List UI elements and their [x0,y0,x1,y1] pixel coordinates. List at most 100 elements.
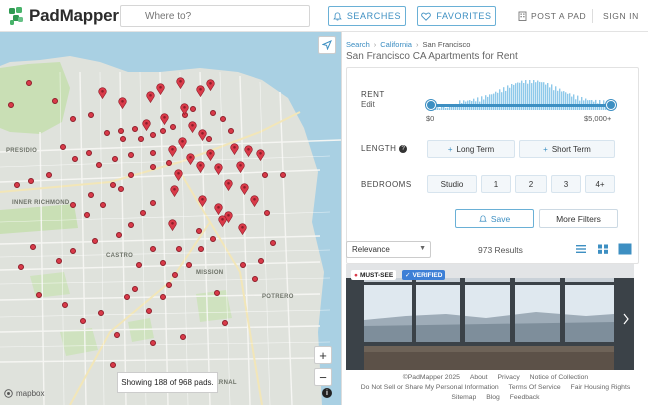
rent-edit-link[interactable]: Edit [361,100,375,109]
listing-dot[interactable] [116,232,122,238]
listing-dot[interactable] [86,150,92,156]
listing-dot[interactable] [104,130,110,136]
save-search-button[interactable]: Save [455,209,534,228]
listing-pin-icon[interactable] [174,168,183,182]
listing-dot[interactable] [72,156,78,162]
listing-dot[interactable] [88,192,94,198]
listing-dot[interactable] [240,262,246,268]
listing-pin-icon[interactable] [206,78,215,92]
bedroom-option-2[interactable]: 2 [515,175,547,193]
listing-dot[interactable] [118,128,124,134]
more-filters-button[interactable]: More Filters [539,209,618,228]
listing-dot[interactable] [190,106,196,112]
listing-dot[interactable] [140,210,146,216]
listing-dot[interactable] [210,110,216,116]
rent-min-handle[interactable] [426,100,436,110]
listing-pin-icon[interactable] [168,144,177,158]
list-view-icon[interactable] [574,243,588,255]
listing-dot[interactable] [280,172,286,178]
listing-pin-icon[interactable] [170,184,179,198]
listing-pin-icon[interactable] [188,120,197,134]
bedroom-option-1[interactable]: 1 [481,175,511,193]
listing-dot[interactable] [228,128,234,134]
locate-me-button[interactable] [318,36,336,54]
listing-dot[interactable] [166,282,172,288]
listing-dot[interactable] [198,246,204,252]
searches-button[interactable]: SEARCHES [328,6,406,26]
listing-dot[interactable] [186,262,192,268]
footer-link-about[interactable]: About [470,374,488,381]
bedroom-option-4plus[interactable]: 4+ [585,175,615,193]
listing-dot[interactable] [70,116,76,122]
listing-dot[interactable] [138,136,144,142]
listing-dot[interactable] [36,292,42,298]
listing-dot[interactable] [120,136,126,142]
listing-pin-icon[interactable] [156,82,165,96]
listing-pin-icon[interactable] [224,178,233,192]
listing-pin-icon[interactable] [98,86,107,100]
listing-pin-icon[interactable] [146,90,155,104]
listing-dot[interactable] [60,144,66,150]
listing-pin-icon[interactable] [142,118,151,132]
listing-pin-icon[interactable] [218,214,227,228]
listing-pin-icon[interactable] [178,136,187,150]
card-view-icon[interactable] [618,243,632,255]
sort-select[interactable]: Relevance ▼ [346,241,431,258]
listing-pin-icon[interactable] [176,76,185,90]
listing-dot[interactable] [118,186,124,192]
footer-link-do-not-sell[interactable]: Do Not Sell or Share My Personal Informa… [361,384,499,391]
listing-pin-icon[interactable] [244,144,253,158]
listing-dot[interactable] [214,290,220,296]
length-option-short-term[interactable]: + Short Term [519,140,615,158]
listing-dot[interactable] [112,156,118,162]
listing-pin-icon[interactable] [168,218,177,232]
listing-dot[interactable] [172,272,178,278]
listing-dot[interactable] [70,248,76,254]
search-box[interactable] [120,5,310,27]
listing-dot[interactable] [30,244,36,250]
listing-dot[interactable] [56,258,62,264]
footer-link-notice[interactable]: Notice of Collection [530,374,589,381]
map-view[interactable]: PRESIDIO INNER RICHMOND CASTRO BERNAL MI… [0,32,341,405]
help-icon[interactable]: ? [399,144,408,153]
listing-dot[interactable] [128,152,134,158]
listing-dot[interactable] [14,182,20,188]
listing-dot[interactable] [270,240,276,246]
listing-dot[interactable] [262,172,268,178]
listing-dot[interactable] [150,246,156,252]
listing-dot[interactable] [160,260,166,266]
listing-pin-icon[interactable] [250,194,259,208]
listing-dot[interactable] [84,212,90,218]
bedroom-option-studio[interactable]: Studio [427,175,477,193]
listing-dot[interactable] [176,246,182,252]
footer-link-privacy[interactable]: Privacy [497,374,519,381]
listing-dot[interactable] [150,164,156,170]
listing-pin-icon[interactable] [118,96,127,110]
listing-dot[interactable] [136,262,142,268]
listing-pin-icon[interactable] [214,202,223,216]
listing-dot[interactable] [128,222,134,228]
listing-card[interactable]: ● MUST-SEE ✓ VERIFIED [346,264,634,370]
map-info-button[interactable]: i [322,388,332,398]
listing-dot[interactable] [150,340,156,346]
listing-dot[interactable] [132,126,138,132]
listing-dot[interactable] [8,102,14,108]
listing-dot[interactable] [18,264,24,270]
zoom-out-button[interactable]: − [314,368,332,386]
breadcrumb-california[interactable]: California [380,40,412,49]
listing-pin-icon[interactable] [240,182,249,196]
listing-dot[interactable] [252,276,258,282]
listing-dot[interactable] [62,302,68,308]
listing-pin-icon[interactable] [196,160,205,174]
listing-dot[interactable] [124,294,130,300]
listing-dot[interactable] [222,320,228,326]
listing-dot[interactable] [114,332,120,338]
listing-dot[interactable] [160,128,166,134]
location-search-input[interactable] [121,6,309,27]
listing-dot[interactable] [150,132,156,138]
listing-pin-icon[interactable] [206,148,215,162]
listing-dot[interactable] [28,178,34,184]
rent-max-handle[interactable] [606,100,616,110]
bedroom-option-3[interactable]: 3 [551,175,581,193]
listing-pin-icon[interactable] [180,102,189,116]
